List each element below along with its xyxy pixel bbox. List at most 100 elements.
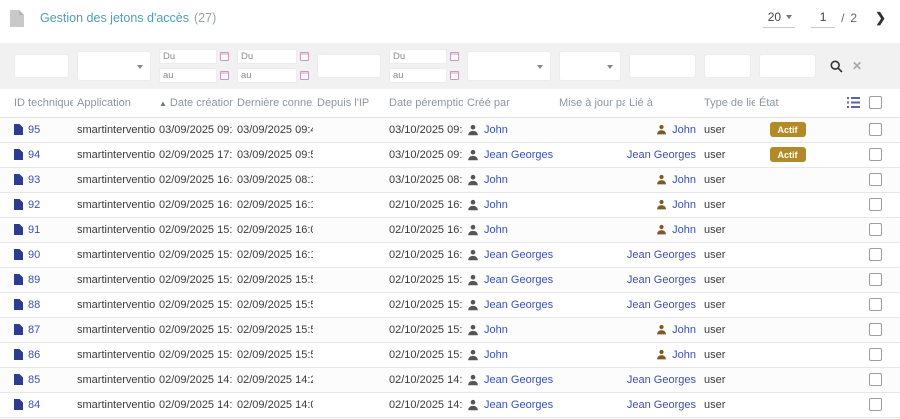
linked-to-link[interactable]: John — [672, 174, 696, 186]
search-icon[interactable] — [830, 60, 843, 73]
token-id-link[interactable]: 93 — [28, 174, 40, 186]
col-header-state[interactable]: État — [755, 89, 820, 117]
col-header-ip[interactable]: Depuis l'IP — [313, 89, 385, 117]
calendar-icon[interactable] — [220, 71, 229, 80]
token-id-link[interactable]: 85 — [28, 374, 40, 386]
calendar-icon[interactable] — [450, 52, 459, 61]
filter-connection-from-input[interactable] — [237, 49, 297, 64]
filter-linked-to-input[interactable] — [629, 54, 696, 78]
filter-link-type-input[interactable] — [704, 54, 751, 78]
ip-cell — [313, 342, 385, 367]
clear-filters-icon[interactable]: ✕ — [852, 59, 862, 73]
filter-application-select[interactable] — [77, 51, 151, 81]
token-id-link[interactable]: 92 — [28, 199, 40, 211]
created-cell: 02/09/2025 16:47 — [155, 167, 233, 192]
token-id-link[interactable]: 84 — [28, 399, 40, 411]
linked-to-link[interactable]: Jean Georges — [627, 274, 696, 286]
created-by-link[interactable]: John — [484, 324, 508, 336]
col-header-link-type[interactable]: Type de lien — [700, 89, 755, 117]
created-by-link[interactable]: John — [484, 349, 508, 361]
col-header-created-by[interactable]: Créé par — [463, 89, 555, 117]
created-by-link[interactable]: Jean Georges — [484, 399, 553, 411]
calendar-icon[interactable] — [300, 71, 309, 80]
application-cell: smartinterventions — [73, 217, 155, 242]
filter-connection-to-input[interactable] — [237, 68, 297, 83]
person-icon — [467, 349, 479, 361]
row-checkbox[interactable] — [869, 323, 882, 336]
created-by-link[interactable]: John — [484, 224, 508, 236]
filter-ip-input[interactable] — [317, 54, 381, 78]
linked-to-link[interactable]: John — [672, 324, 696, 336]
select-all-checkbox[interactable] — [869, 96, 882, 109]
linked-to-link[interactable]: John — [672, 349, 696, 361]
token-id-link[interactable]: 89 — [28, 274, 40, 286]
linked-to-link[interactable]: Jean Georges — [627, 374, 696, 386]
linked-to-link[interactable]: Jean Georges — [627, 149, 696, 161]
row-checkbox[interactable] — [869, 273, 882, 286]
linked-to-link[interactable]: John — [672, 199, 696, 211]
row-checkbox[interactable] — [869, 173, 882, 186]
next-page-button[interactable]: ❯ — [875, 10, 886, 26]
token-id-link[interactable]: 90 — [28, 249, 40, 261]
row-checkbox[interactable] — [869, 223, 882, 236]
row-checkbox[interactable] — [869, 148, 882, 161]
row-checkbox[interactable] — [869, 248, 882, 261]
application-cell: smartinterventions — [73, 242, 155, 267]
token-id-link[interactable]: 88 — [28, 299, 40, 311]
filter-expiry-to-input[interactable] — [389, 68, 447, 83]
linked-to-link[interactable]: Jean Georges — [627, 399, 696, 411]
filter-created-to-input[interactable] — [159, 68, 217, 83]
token-id-link[interactable]: 91 — [28, 224, 40, 236]
calendar-icon[interactable] — [300, 52, 309, 61]
filter-created-by-select[interactable] — [467, 51, 551, 81]
col-header-application[interactable]: Application — [73, 89, 155, 117]
token-id-link[interactable]: 87 — [28, 324, 40, 336]
created-by-link[interactable]: Jean Georges — [484, 299, 553, 311]
col-header-last-connection[interactable]: Dernière connexion — [233, 89, 313, 117]
created-by-link[interactable]: John — [484, 124, 508, 136]
row-checkbox[interactable] — [869, 198, 882, 211]
page-size-select[interactable]: 20 — [763, 8, 795, 28]
expiry-cell: 02/10/2025 15:57 — [385, 292, 463, 317]
filter-updated-by-select[interactable] — [559, 51, 621, 81]
created-by-link[interactable]: Jean Georges — [484, 274, 553, 286]
calendar-icon[interactable] — [450, 71, 459, 80]
token-id-link[interactable]: 94 — [28, 149, 40, 161]
link-type-cell: user — [700, 142, 755, 167]
list-view-icon[interactable] — [847, 97, 860, 108]
linked-to-link[interactable]: Jean Georges — [627, 299, 696, 311]
created-by-link[interactable]: John — [484, 174, 508, 186]
row-checkbox[interactable] — [869, 348, 882, 361]
filter-created-date-range — [159, 49, 229, 83]
linked-to-link[interactable]: John — [672, 224, 696, 236]
row-checkbox[interactable] — [869, 373, 882, 386]
col-header-id[interactable]: ID technique — [0, 89, 73, 117]
ip-cell — [313, 317, 385, 342]
updated-by-cell — [555, 217, 625, 242]
created-by-link[interactable]: Jean Georges — [484, 149, 553, 161]
token-id-link[interactable]: 86 — [28, 349, 40, 361]
col-header-expiry[interactable]: Date péremption — [385, 89, 463, 117]
page-separator: / — [841, 11, 844, 25]
token-id-link[interactable]: 95 — [28, 124, 40, 136]
created-by-link[interactable]: Jean Georges — [484, 374, 553, 386]
filter-state-input[interactable] — [759, 54, 816, 78]
document-icon — [14, 274, 23, 285]
created-by-link[interactable]: John — [484, 199, 508, 211]
row-checkbox[interactable] — [869, 298, 882, 311]
created-by-link[interactable]: Jean Georges — [484, 249, 553, 261]
updated-by-cell — [555, 367, 625, 392]
filter-expiry-from-input[interactable] — [389, 49, 447, 64]
col-header-linked-to[interactable]: Lié à — [625, 89, 700, 117]
col-header-created[interactable]: ▲Date création — [155, 89, 233, 117]
row-checkbox[interactable] — [869, 398, 882, 411]
linked-to-link[interactable]: John — [672, 124, 696, 136]
calendar-icon[interactable] — [220, 52, 229, 61]
filter-id-input[interactable] — [14, 54, 69, 78]
current-page-input[interactable] — [811, 8, 835, 28]
page-indicator: / 2 — [811, 8, 857, 28]
filter-created-from-input[interactable] — [159, 49, 217, 64]
row-checkbox[interactable] — [869, 123, 882, 136]
linked-to-link[interactable]: Jean Georges — [627, 249, 696, 261]
col-header-updated-by[interactable]: Mise à jour par — [555, 89, 625, 117]
